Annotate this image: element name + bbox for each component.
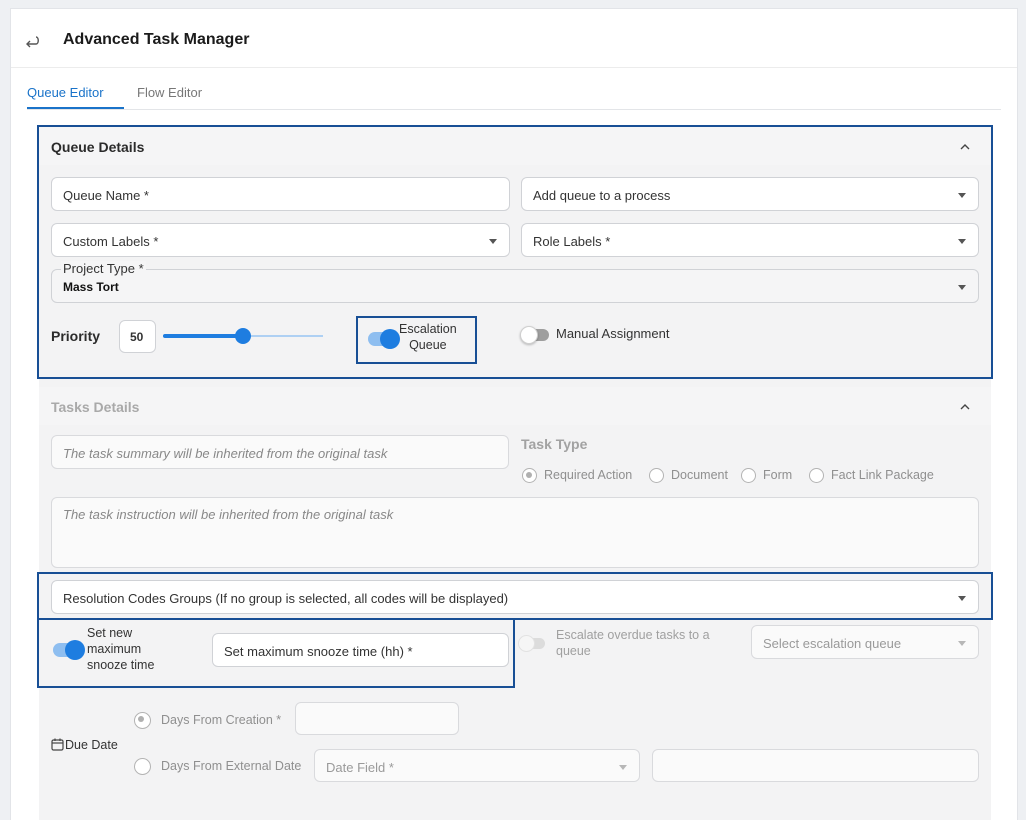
caret-down-icon [958, 641, 966, 646]
escalate-label-line2: queue [556, 644, 591, 658]
radio-document[interactable] [649, 468, 664, 483]
task-summary-input[interactable]: The task summary will be inherited from … [51, 435, 509, 469]
tasks-details-header[interactable]: Tasks Details [39, 387, 991, 425]
return-arrow-icon[interactable] [23, 33, 41, 49]
escalate-overdue-toggle[interactable] [518, 635, 545, 652]
escalation-queue-select[interactable]: Select escalation queue [751, 625, 979, 659]
radio-fact-link-package[interactable] [809, 468, 824, 483]
escalation-queue-highlight [356, 316, 477, 364]
task-type-required-action: Required Action [544, 468, 633, 482]
tabs-divider [27, 109, 1001, 110]
days-from-creation-label: Days From Creation * [161, 713, 282, 727]
days-from-external-label: Days From External Date [161, 759, 302, 773]
escalation-queue-placeholder: Select escalation queue [763, 636, 902, 651]
radio-days-from-creation[interactable] [134, 712, 151, 729]
app-window: Advanced Task Manager Queue Editor Flow … [10, 8, 1018, 820]
queue-details-highlight [37, 125, 993, 379]
caret-down-icon [619, 765, 627, 770]
escalate-overdue-label: Escalate overdue tasks to a queue [556, 627, 710, 659]
tab-flow-editor[interactable]: Flow Editor [137, 85, 202, 100]
task-type-fact-link-package: Fact Link Package [831, 468, 934, 482]
snooze-highlight [37, 618, 515, 688]
task-instruction-placeholder: The task instruction will be inherited f… [63, 507, 394, 522]
task-summary-placeholder: The task summary will be inherited from … [63, 446, 388, 461]
resolution-codes-highlight [37, 572, 993, 620]
page-title: Advanced Task Manager [63, 31, 250, 48]
due-date-label: Due Date [65, 738, 118, 752]
task-type-document: Document [671, 468, 728, 482]
radio-form[interactable] [741, 468, 756, 483]
date-field-select[interactable]: Date Field * [314, 749, 640, 782]
tab-queue-editor[interactable]: Queue Editor [27, 85, 104, 100]
tasks-details-title: Tasks Details [51, 399, 140, 415]
days-from-creation-input[interactable] [295, 702, 459, 735]
chevron-up-icon[interactable] [959, 403, 971, 411]
calendar-icon [51, 738, 64, 751]
toggle-knob [518, 635, 535, 652]
date-field-placeholder: Date Field * [326, 760, 394, 775]
external-days-input[interactable] [652, 749, 979, 782]
task-instruction-input[interactable]: The task instruction will be inherited f… [51, 497, 979, 568]
radio-required-action[interactable] [522, 468, 537, 483]
header-divider [11, 67, 1017, 68]
radio-days-from-external[interactable] [134, 758, 151, 775]
escalate-label-line1: Escalate overdue tasks to a [556, 628, 710, 642]
task-type-label: Task Type [521, 436, 588, 452]
task-type-form: Form [763, 468, 793, 482]
